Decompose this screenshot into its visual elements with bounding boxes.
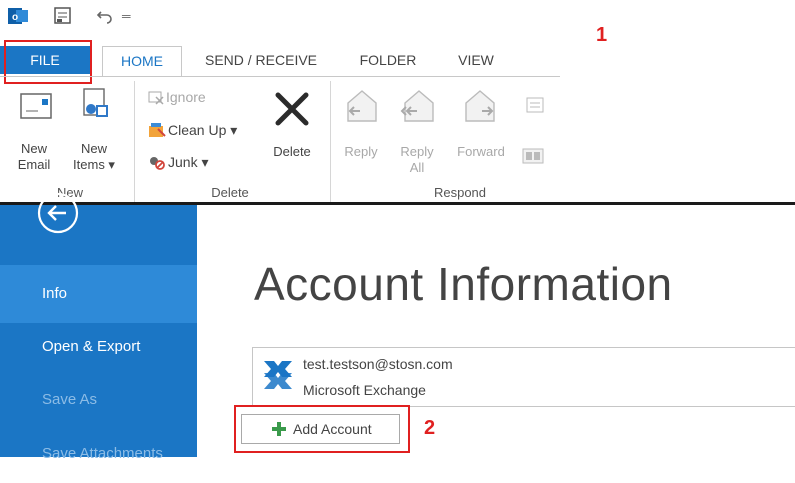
tab-view[interactable]: VIEW: [446, 46, 506, 74]
new-items-icon: [83, 88, 108, 117]
forward-label: Forward: [457, 144, 505, 159]
ignore-label: Ignore: [166, 89, 206, 106]
new-email-icon: [20, 93, 52, 119]
exchange-icon: [264, 361, 292, 389]
reply-all-button: Reply All: [394, 83, 440, 179]
back-button[interactable]: [36, 191, 80, 235]
tab-folder[interactable]: FOLDER: [348, 46, 428, 74]
nav-open-export[interactable]: Open & Export: [0, 319, 197, 375]
new-items-label-2: Items ▾: [73, 157, 115, 172]
back-arrow-icon: [37, 192, 79, 234]
forward-icon: [465, 90, 495, 122]
group-separator: [330, 81, 331, 203]
nav-info[interactable]: Info: [0, 265, 197, 323]
meeting-icon: [526, 97, 544, 113]
forward-button: Forward: [450, 83, 512, 179]
annotation-step-2: 2: [424, 417, 436, 439]
delete-x-icon: [275, 92, 309, 126]
account-type: Microsoft Exchange: [303, 382, 426, 398]
more-respond-icon: [522, 148, 544, 164]
customize-qat-icon[interactable]: ═: [122, 6, 132, 26]
reply-icon: [347, 90, 377, 122]
new-email-button[interactable]: New Email: [10, 83, 58, 179]
nav-save-as[interactable]: Save As: [0, 371, 197, 429]
group-label-respond: Respond: [433, 185, 487, 200]
reply-all-icon: [400, 90, 434, 122]
account-email: test.testson@stosn.com: [303, 356, 453, 372]
junk-icon: [148, 153, 168, 174]
backstage-nav: Info Open & Export Save As Save Attachme…: [0, 192, 197, 462]
meeting-button: [526, 97, 546, 117]
junk-button[interactable]: Junk ▾: [148, 153, 209, 174]
svg-text:o: o: [12, 12, 18, 23]
ribbon-body: New Email New Items ▾ New Ignore Clean U…: [0, 76, 560, 204]
new-email-label-1: New: [20, 141, 47, 156]
new-email-label-2: Email: [17, 157, 51, 172]
group-label-delete: Delete: [211, 185, 249, 200]
reply-all-label-2: All: [409, 160, 425, 175]
clean-up-button[interactable]: Clean Up ▾: [148, 121, 237, 142]
ribbon-panel: o ═ 1 FILE HOME SEND / RECEIVE FOLDER VI…: [0, 0, 607, 204]
ignore-icon: [148, 89, 166, 108]
send-receive-all-icon[interactable]: [54, 6, 72, 26]
new-items-button[interactable]: New Items ▾: [68, 83, 120, 179]
outlook-logo-icon: o: [8, 6, 28, 26]
nav-save-attachments[interactable]: Save Attachments: [0, 425, 197, 483]
ignore-button[interactable]: Ignore: [148, 89, 206, 108]
page-title: Account Information: [254, 258, 673, 310]
tab-home[interactable]: HOME: [102, 46, 182, 76]
reply-button: Reply: [338, 83, 384, 179]
undo-icon[interactable]: [96, 6, 114, 26]
delete-button[interactable]: Delete: [262, 83, 322, 179]
group-separator: [134, 81, 135, 203]
more-respond-button: [522, 147, 546, 167]
junk-label: Junk ▾: [168, 154, 209, 171]
reply-all-label-1: Reply: [400, 144, 434, 159]
clean-up-label: Clean Up ▾: [168, 122, 238, 139]
annotation-step-1: 1: [596, 24, 608, 46]
account-selector[interactable]: test.testson@stosn.com Microsoft Exchang…: [252, 347, 795, 407]
tab-send-receive[interactable]: SEND / RECEIVE: [196, 46, 326, 74]
delete-label: Delete: [273, 144, 311, 159]
new-items-label-1: New: [80, 141, 107, 156]
backstage-view: Info Open & Export Save As Save Attachme…: [0, 192, 795, 462]
reply-label: Reply: [344, 144, 378, 159]
highlight-add-account: [234, 405, 410, 453]
clean-up-icon: [148, 121, 168, 142]
